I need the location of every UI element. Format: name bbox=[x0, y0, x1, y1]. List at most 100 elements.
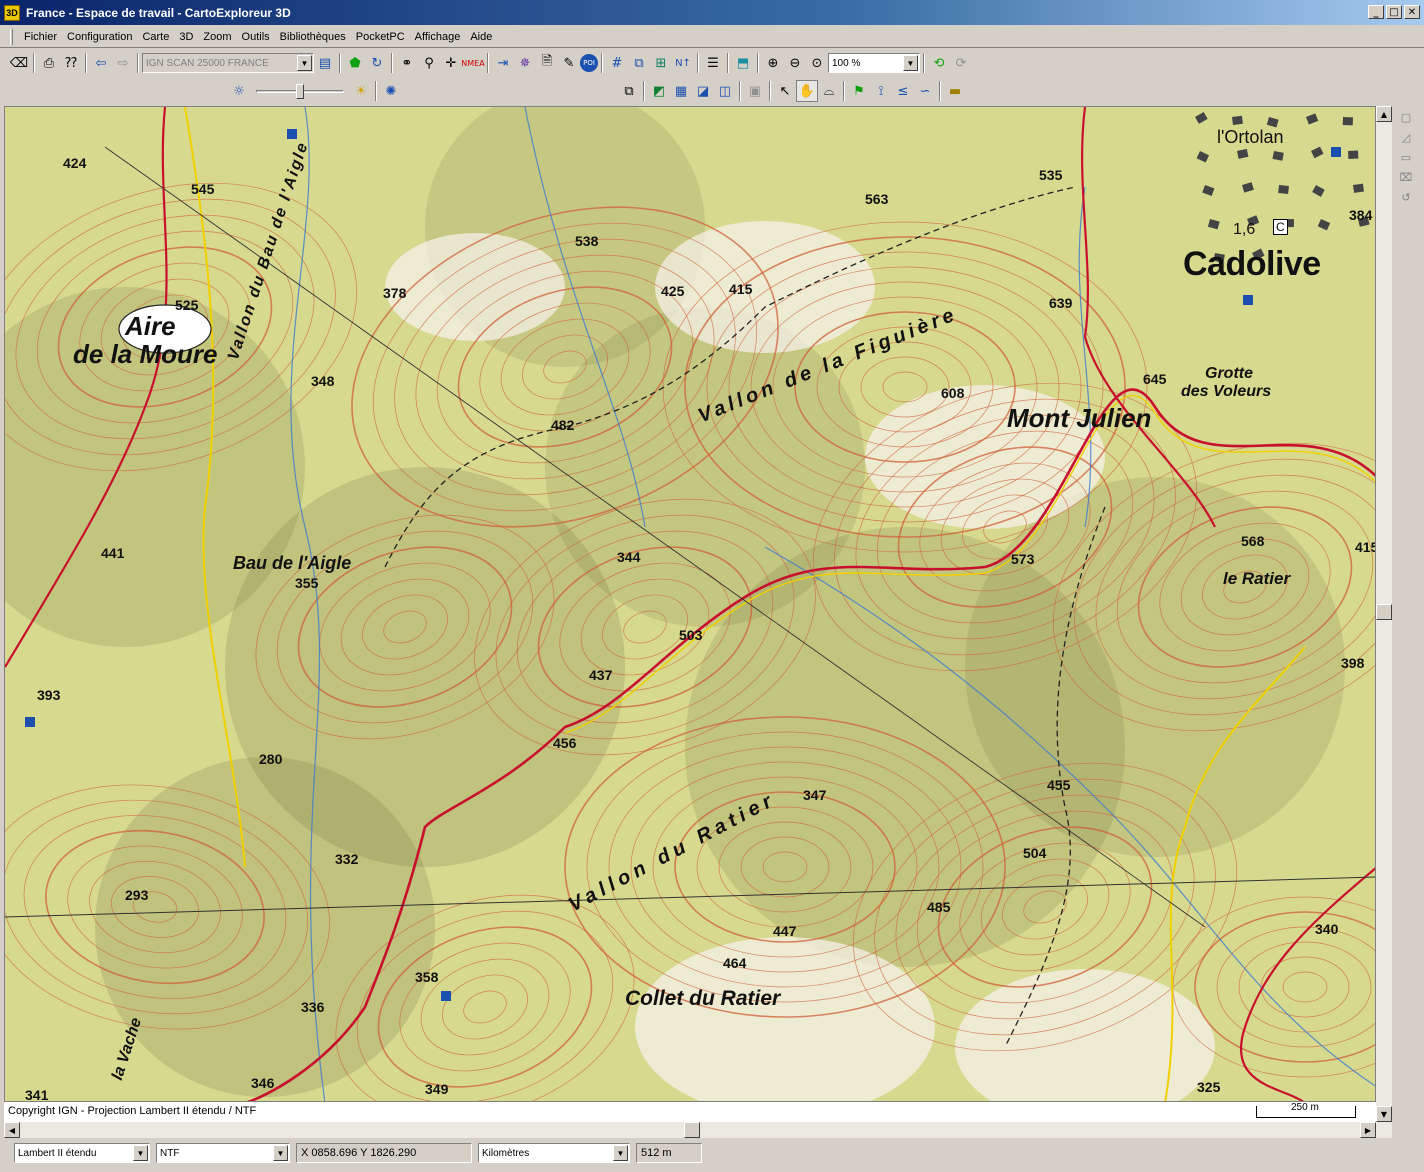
poi-icon[interactable]: POI bbox=[580, 54, 598, 72]
chevron-down-icon[interactable]: ▼ bbox=[903, 55, 918, 71]
forward-arrow-icon[interactable]: ⇨ bbox=[112, 52, 134, 74]
nmea-gps-icon[interactable]: NMEA bbox=[461, 52, 484, 74]
map-view[interactable]: Aire de la Moure Bau de l'Aigle Vallon d… bbox=[4, 106, 1376, 1102]
side-tool-3-icon[interactable]: ▭ bbox=[1396, 148, 1416, 166]
search-list-icon[interactable]: ⚲ bbox=[418, 52, 440, 74]
scroll-right-icon[interactable]: ▶ bbox=[1360, 1122, 1376, 1138]
map-library-icon[interactable]: ▤ bbox=[314, 52, 336, 74]
document-edit-icon[interactable]: ✎ bbox=[558, 52, 580, 74]
altitude-label: 349 bbox=[425, 1081, 449, 1097]
vertical-scrollbar[interactable]: ▲ ▼ bbox=[1376, 106, 1392, 1122]
pointer-icon[interactable]: ↖ bbox=[774, 80, 796, 102]
window-title: France - Espace de travail - CartoExplor… bbox=[26, 5, 291, 20]
sync-icon[interactable]: ⟲ bbox=[928, 52, 950, 74]
layers-icon[interactable]: ⧉ bbox=[628, 52, 650, 74]
menu-bibliotheques[interactable]: Bibliothèques bbox=[275, 29, 351, 45]
eraser-icon[interactable]: ⌫ bbox=[8, 52, 30, 74]
zoom-out-icon[interactable]: ⊖ bbox=[784, 52, 806, 74]
side-tool-4-icon[interactable]: ⌧ bbox=[1396, 168, 1416, 186]
altitude-label: 280 bbox=[259, 751, 283, 767]
title-bar: 3D France - Espace de travail - CartoExp… bbox=[0, 0, 1424, 25]
place-label: Mont Julien bbox=[1007, 403, 1152, 433]
maximize-button[interactable]: □ bbox=[1386, 5, 1402, 19]
menu-3d[interactable]: 3D bbox=[174, 29, 198, 45]
altitude-label: 447 bbox=[773, 923, 797, 939]
chevron-down-icon[interactable]: ▼ bbox=[613, 1145, 628, 1161]
ruler-icon[interactable]: ▬ bbox=[944, 80, 966, 102]
hand-pan-icon[interactable]: ✋ bbox=[796, 80, 818, 102]
help-cursor-icon[interactable]: ⁇ bbox=[60, 52, 82, 74]
select-region-icon[interactable]: ▣ bbox=[744, 80, 766, 102]
brightness-slider[interactable] bbox=[256, 81, 344, 101]
print-icon[interactable]: ⎙ bbox=[38, 52, 60, 74]
chevron-down-icon[interactable]: ▼ bbox=[273, 1145, 288, 1161]
back-arrow-icon[interactable]: ⇦ bbox=[90, 52, 112, 74]
scroll-up-icon[interactable]: ▲ bbox=[1376, 106, 1392, 122]
altitude-label: 424 bbox=[63, 155, 87, 171]
menu-configuration[interactable]: Configuration bbox=[62, 29, 137, 45]
legend-list-icon[interactable]: ☰ bbox=[702, 52, 724, 74]
add-grid-icon[interactable]: ⊞ bbox=[650, 52, 672, 74]
datum-select[interactable]: NTF ▼ bbox=[156, 1143, 290, 1163]
close-button[interactable]: ✕ bbox=[1404, 5, 1420, 19]
freehand-icon[interactable]: ∽ bbox=[914, 80, 936, 102]
menu-aide[interactable]: Aide bbox=[465, 29, 497, 45]
side-tool-2-icon[interactable]: ◿ bbox=[1396, 128, 1416, 146]
altitude-label: 346 bbox=[251, 1075, 275, 1091]
copy-map-icon[interactable]: ⧉ bbox=[618, 80, 640, 102]
minimize-button[interactable]: _ bbox=[1368, 5, 1384, 19]
zoom-fit-icon[interactable]: ⊙ bbox=[806, 52, 828, 74]
chevron-down-icon[interactable]: ▼ bbox=[133, 1145, 148, 1161]
topographic-map[interactable] bbox=[5, 107, 1376, 1102]
menu-zoom[interactable]: Zoom bbox=[198, 29, 236, 45]
contrast-icon[interactable]: ✺ bbox=[380, 80, 402, 102]
binoculars-icon[interactable]: ⚭ bbox=[396, 52, 418, 74]
area-icon[interactable]: ◫ bbox=[714, 80, 736, 102]
export-icon[interactable]: ⇥ bbox=[492, 52, 514, 74]
scroll-thumb[interactable] bbox=[1376, 604, 1392, 620]
altitude-label: 415 bbox=[1355, 539, 1375, 555]
menu-carte[interactable]: Carte bbox=[137, 29, 174, 45]
side-tool-1-icon[interactable]: ▢ bbox=[1396, 108, 1416, 126]
document-icon[interactable]: 🗎 bbox=[536, 52, 558, 74]
sign-label: C bbox=[1273, 219, 1288, 235]
home-pentagon-icon[interactable]: ⬟ bbox=[344, 52, 366, 74]
menu-pocketpc[interactable]: PocketPC bbox=[351, 29, 410, 45]
grid-icon[interactable]: # bbox=[606, 52, 628, 74]
waypoint-icon[interactable]: ▦ bbox=[670, 80, 692, 102]
projection-select[interactable]: Lambert II étendu ▼ bbox=[14, 1143, 150, 1163]
scroll-left-icon[interactable]: ◀ bbox=[4, 1122, 20, 1138]
flag-icon[interactable]: ⚑ bbox=[848, 80, 870, 102]
horizontal-scrollbar[interactable]: ◀ ▶ bbox=[4, 1122, 1392, 1138]
units-select[interactable]: Kilomètres ▼ bbox=[478, 1143, 630, 1163]
menu-fichier[interactable]: Fichier bbox=[19, 29, 62, 45]
zoom-in-icon[interactable]: ⊕ bbox=[762, 52, 784, 74]
altitude-label: 504 bbox=[1023, 845, 1047, 861]
polygon-draw-icon[interactable]: ⌓ bbox=[818, 80, 840, 102]
menu-affichage[interactable]: Affichage bbox=[410, 29, 466, 45]
compass-icon[interactable]: ✵ bbox=[514, 52, 536, 74]
polyline-icon[interactable]: ⟟ bbox=[870, 80, 892, 102]
slider-thumb[interactable] bbox=[296, 84, 304, 99]
gps-disabled-icon[interactable]: ⟳ bbox=[950, 52, 972, 74]
north-arrow-icon[interactable]: N↑ bbox=[672, 52, 694, 74]
zoom-select[interactable]: 100 % ▼ bbox=[828, 53, 920, 73]
curve-draw-icon[interactable]: ≤ bbox=[892, 80, 914, 102]
track-icon[interactable]: ◩ bbox=[648, 80, 670, 102]
chevron-down-icon[interactable]: ▼ bbox=[297, 55, 312, 71]
altitude-label: 344 bbox=[617, 549, 641, 565]
altitude-label: 393 bbox=[37, 687, 61, 703]
crosshair-icon[interactable]: ✛ bbox=[440, 52, 462, 74]
3d-view-icon[interactable]: ⬒ bbox=[732, 52, 754, 74]
side-undo-icon[interactable]: ↺ bbox=[1396, 188, 1416, 206]
menu-outils[interactable]: Outils bbox=[237, 29, 275, 45]
scroll-down-icon[interactable]: ▼ bbox=[1376, 1106, 1392, 1122]
map-layer-select[interactable]: IGN SCAN 25000 FRANCE ▼ bbox=[142, 53, 314, 73]
brightness-high-icon[interactable]: ☀ bbox=[350, 80, 372, 102]
scroll-thumb[interactable] bbox=[684, 1122, 700, 1138]
route-icon[interactable]: ◪ bbox=[692, 80, 714, 102]
brightness-low-icon[interactable]: ☼ bbox=[228, 80, 250, 102]
altitude-label: 485 bbox=[927, 899, 951, 915]
altitude-label: 358 bbox=[415, 969, 439, 985]
refresh-loop-icon[interactable]: ↻ bbox=[366, 52, 388, 74]
